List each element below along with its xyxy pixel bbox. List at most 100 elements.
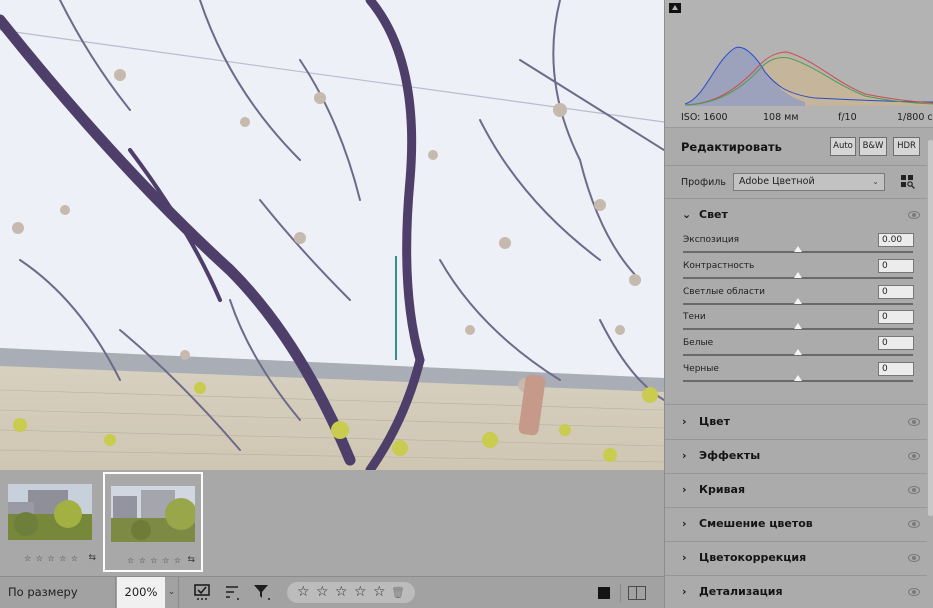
chevron-right-icon: › bbox=[682, 483, 687, 496]
star-icon[interactable]: ☆ bbox=[354, 583, 367, 602]
curve-section[interactable]: › Кривая bbox=[665, 474, 927, 508]
star-icon[interactable]: ☆ bbox=[297, 583, 310, 602]
section-title: Смешение цветов bbox=[699, 517, 813, 530]
filmstrip: ☆ ☆ ☆ ☆ ☆ ⇆ ☆ ☆ ☆ ☆ ☆ ⇆ bbox=[0, 470, 664, 576]
effects-section[interactable]: › Эффекты bbox=[665, 440, 927, 474]
section-title: Свет bbox=[699, 208, 728, 221]
aperture: f/10 bbox=[838, 112, 857, 123]
color-section[interactable]: › Цвет bbox=[665, 406, 927, 440]
detail-section[interactable]: › Детализация bbox=[665, 576, 927, 608]
eye-icon[interactable] bbox=[908, 520, 920, 528]
rating-filter: ☆ ☆ ☆ ☆ ☆ 🗑 bbox=[287, 582, 415, 603]
fit-zoom-button[interactable]: По размеру (10,3%) bbox=[0, 577, 116, 608]
chevron-down-icon: ⌄ bbox=[682, 208, 692, 221]
edit-panel: ISO: 1600 108 мм f/10 1/800 с Редактиров… bbox=[664, 0, 933, 608]
section-title: Цветокоррекция bbox=[699, 551, 807, 564]
slider-value-field[interactable]: 0 bbox=[878, 258, 914, 273]
star-icon[interactable]: ☆ bbox=[316, 583, 329, 602]
histogram bbox=[665, 0, 933, 108]
chevron-right-icon: › bbox=[682, 415, 687, 428]
slider-value-field[interactable]: 0 bbox=[878, 310, 914, 325]
slider-label: Экспозиция bbox=[683, 235, 740, 245]
light-section: ⌄ Свет Экспозиция 0.00 Контрастность 0 Светл… bbox=[665, 199, 927, 405]
slider-thumb[interactable] bbox=[794, 246, 802, 252]
filmstrip-select-icon[interactable] bbox=[192, 583, 214, 603]
thumbnail-image bbox=[111, 486, 195, 542]
slider-thumb[interactable] bbox=[794, 271, 802, 278]
bottom-toolbar: По размеру (10,3%) 200% ⌄ ☆ ☆ ☆ ☆ ☆ 🗑 bbox=[0, 576, 664, 608]
thumbnail-1[interactable]: ☆ ☆ ☆ ☆ ☆ ⇆ bbox=[2, 472, 102, 572]
chevron-right-icon: › bbox=[682, 551, 687, 564]
adjustments-icon: ⇆ bbox=[88, 553, 96, 563]
slider-row: Тени 0 bbox=[665, 310, 927, 336]
auto-button[interactable]: Auto bbox=[830, 137, 856, 156]
thumbnail-rating[interactable]: ☆ ☆ ☆ ☆ ☆ bbox=[127, 556, 182, 565]
chevron-right-icon: › bbox=[682, 449, 687, 462]
profile-value: Adobe Цветной bbox=[739, 176, 815, 187]
section-title: Детализация bbox=[699, 585, 783, 598]
slider-row: Белые 0 bbox=[665, 336, 927, 362]
slider-label: Контрастность bbox=[683, 260, 755, 271]
slider-row: Контрастность 0 bbox=[665, 258, 927, 285]
profile-row: Профиль Adobe Цветной ⌄ bbox=[665, 166, 927, 199]
zoom-level-field[interactable]: 200% bbox=[117, 577, 165, 608]
hdr-button[interactable]: HDR bbox=[893, 137, 920, 156]
slider-value-field[interactable]: 0 bbox=[878, 362, 914, 376]
iso-value: ISO: 1600 bbox=[681, 112, 728, 123]
compare-view-icon[interactable] bbox=[628, 586, 646, 600]
slider-thumb[interactable] bbox=[794, 349, 802, 356]
exif-info: ISO: 1600 108 мм f/10 1/800 с bbox=[665, 108, 933, 128]
clipping-warning-icon[interactable] bbox=[669, 3, 681, 13]
slider-label: Белые bbox=[683, 338, 714, 349]
color-mixer-section[interactable]: › Смешение цветов bbox=[665, 508, 927, 542]
histogram-graph bbox=[684, 46, 933, 106]
star-icon[interactable]: ☆ bbox=[373, 583, 386, 602]
slider-row: Экспозиция 0.00 bbox=[665, 233, 927, 259]
thumbnail-2[interactable]: ☆ ☆ ☆ ☆ ☆ ⇆ bbox=[103, 472, 203, 572]
panel-scrollbar[interactable] bbox=[928, 140, 933, 516]
eye-icon[interactable] bbox=[908, 588, 920, 596]
image-preview[interactable] bbox=[0, 0, 664, 470]
divider bbox=[620, 584, 621, 602]
section-title: Кривая bbox=[699, 483, 746, 496]
slider-label: Черные bbox=[683, 364, 719, 374]
slider-value-field[interactable]: 0 bbox=[878, 284, 914, 299]
chevron-right-icon: › bbox=[682, 585, 687, 598]
color-grading-section[interactable]: › Цветокоррекция bbox=[665, 542, 927, 576]
eye-icon[interactable] bbox=[908, 211, 920, 219]
thumbnail-image bbox=[8, 484, 92, 540]
slider-value-field[interactable]: 0 bbox=[878, 336, 914, 351]
square-icon[interactable] bbox=[598, 587, 610, 599]
profile-label: Профиль bbox=[681, 177, 726, 188]
shutter-speed: 1/800 с bbox=[897, 112, 933, 123]
section-title: Эффекты bbox=[699, 449, 761, 462]
eye-icon[interactable] bbox=[908, 486, 920, 494]
slider-thumb[interactable] bbox=[794, 323, 802, 330]
preview-photo bbox=[0, 0, 664, 470]
profile-browser-icon[interactable] bbox=[901, 175, 915, 189]
profile-select[interactable]: Adobe Цветной ⌄ bbox=[733, 173, 885, 191]
section-title: Цвет bbox=[699, 415, 731, 428]
eye-icon[interactable] bbox=[908, 554, 920, 562]
eye-icon[interactable] bbox=[908, 418, 920, 426]
light-section-header[interactable]: ⌄ Свет bbox=[665, 199, 927, 233]
slider-label: Тени bbox=[683, 312, 706, 323]
edit-title: Редактировать bbox=[681, 140, 782, 154]
edit-header: Редактировать Auto B&W HDR bbox=[665, 128, 927, 166]
eye-icon[interactable] bbox=[908, 452, 920, 460]
slider-thumb[interactable] bbox=[794, 297, 802, 304]
filter-icon[interactable] bbox=[251, 583, 273, 603]
chevron-down-icon[interactable]: ⌄ bbox=[165, 577, 179, 608]
star-icon[interactable]: ☆ bbox=[335, 583, 348, 602]
adjustments-icon: ⇆ bbox=[187, 555, 195, 565]
trash-icon[interactable]: 🗑 bbox=[391, 584, 405, 601]
slider-thumb[interactable] bbox=[794, 375, 802, 381]
slider-value-field[interactable]: 0.00 bbox=[878, 233, 914, 247]
sort-icon[interactable] bbox=[222, 583, 244, 603]
slider-row: Черные 0 bbox=[665, 362, 927, 388]
slider-row: Светлые области 0 bbox=[665, 284, 927, 311]
bw-button[interactable]: B&W bbox=[859, 137, 887, 156]
thumbnail-rating[interactable]: ☆ ☆ ☆ ☆ ☆ bbox=[24, 554, 79, 563]
chevron-down-icon: ⌄ bbox=[872, 177, 879, 186]
slider-label: Светлые области bbox=[683, 286, 765, 297]
